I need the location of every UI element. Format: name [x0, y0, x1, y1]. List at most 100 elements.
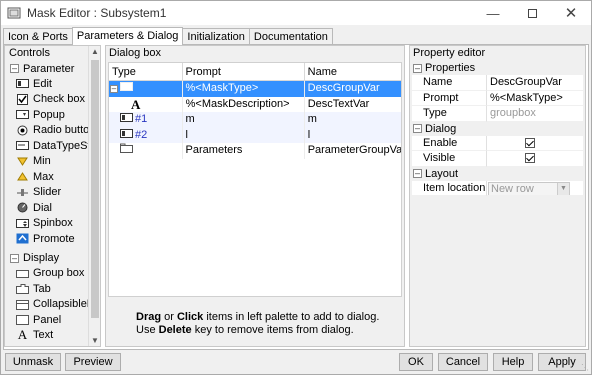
palette-item-collapsible-panel[interactable]: CollapsibleP — [5, 297, 100, 313]
dialog-box-panel: Dialog box Type Prompt Name – %<MaskType… — [105, 45, 405, 347]
category-display[interactable]: – Display — [5, 251, 100, 266]
section-properties[interactable]: – Properties — [412, 61, 583, 75]
column-header-name[interactable]: Name — [305, 63, 401, 80]
tab-documentation[interactable]: Documentation — [248, 28, 333, 45]
minimize-button[interactable]: — — [475, 1, 511, 25]
palette-item-dial[interactable]: Dial — [5, 200, 100, 216]
section-dialog[interactable]: – Dialog — [412, 121, 583, 136]
enable-checkbox[interactable] — [525, 137, 535, 148]
property-value[interactable]: DescGroupVar — [487, 75, 583, 91]
property-key: Type — [412, 106, 487, 122]
property-editor-header: Property editor — [413, 47, 486, 59]
visible-checkbox[interactable] — [525, 153, 535, 163]
collapse-icon[interactable]: – — [110, 84, 118, 93]
maximize-button[interactable] — [514, 1, 550, 25]
property-value[interactable]: %<MaskType> — [487, 91, 583, 106]
dialog-items-table: Type Prompt Name – %<MaskType> DescGroup… — [108, 62, 402, 297]
palette-item-label: Group box — [33, 267, 85, 280]
property-key: Prompt — [412, 90, 487, 106]
palette-item-edit[interactable]: Edit — [5, 76, 100, 92]
property-grid: – Properties Name DescGroupVar Prompt %<… — [412, 61, 583, 196]
controls-scrollbar[interactable]: ▲ ▼ — [88, 46, 100, 346]
collapse-icon[interactable]: – — [10, 64, 19, 73]
checkbox-icon — [16, 93, 29, 105]
row-prompt: %<MaskType> — [183, 81, 305, 97]
property-editor: Property editor – Properties Name DescGr… — [409, 45, 586, 347]
help-button[interactable]: Help — [493, 353, 533, 371]
category-parameter[interactable]: – Parameter — [5, 61, 100, 76]
property-row-name[interactable]: Name DescGroupVar — [412, 75, 583, 91]
column-header-prompt[interactable]: Prompt — [183, 63, 305, 80]
dialog-box-header: Dialog box — [109, 47, 161, 59]
category-label: Display — [23, 252, 60, 264]
property-row-prompt[interactable]: Prompt %<MaskType> — [412, 90, 583, 106]
panel-icon — [16, 314, 29, 326]
collapse-icon[interactable]: – — [413, 169, 422, 178]
table-row[interactable]: Parameters ParameterGroupVar — [109, 143, 401, 159]
palette-item-popup[interactable]: Popup — [5, 107, 100, 123]
palette-item-datatypestr[interactable]: DataTypeSt — [5, 138, 100, 154]
palette-item-label: Radio butto — [33, 124, 90, 137]
table-row[interactable]: #1 m m — [109, 112, 401, 128]
collapse-icon[interactable]: – — [10, 253, 19, 263]
section-layout[interactable]: – Layout — [412, 166, 583, 181]
palette-item-text[interactable]: A Text — [5, 327, 100, 344]
palette-item-min[interactable]: Min — [5, 154, 100, 170]
scroll-thumb[interactable] — [91, 60, 99, 318]
collapse-icon[interactable]: – — [413, 124, 422, 133]
palette-item-max[interactable]: Max — [5, 169, 100, 185]
scroll-up-icon[interactable]: ▲ — [90, 47, 100, 56]
table-row[interactable]: #2 l l — [109, 127, 401, 143]
preview-button[interactable]: Preview — [65, 353, 121, 371]
unmask-button[interactable]: Unmask — [5, 353, 61, 371]
dialog-hint-text: Drag or Click items in left palette to a… — [136, 311, 396, 337]
property-row-type[interactable]: Type groupbox — [412, 106, 583, 122]
hint-click: Click — [176, 311, 204, 323]
hint-drag: Drag — [136, 311, 162, 323]
section-label: Properties — [425, 62, 476, 74]
palette-item-checkbox[interactable]: Check box — [5, 92, 100, 108]
hint-use: Use — [136, 324, 159, 336]
table-row[interactable]: – %<MaskType> DescGroupVar — [109, 81, 401, 97]
palette-item-slider[interactable]: Slider — [5, 185, 100, 201]
apply-button[interactable]: Apply — [538, 353, 586, 371]
row-prompt: l — [183, 127, 305, 143]
property-row-visible[interactable]: Visible — [412, 151, 583, 167]
property-key: Visible — [412, 151, 487, 167]
palette-item-label: Dial — [33, 201, 52, 214]
table-row[interactable]: A %<MaskDescription> DescTextVar — [109, 96, 401, 112]
property-row-enable[interactable]: Enable — [412, 135, 583, 151]
palette-item-radio-button[interactable]: Radio butto — [5, 123, 100, 139]
palette-item-label: Tab — [33, 282, 51, 295]
dial-icon — [16, 202, 29, 213]
row-type: #2 — [135, 128, 148, 141]
collapse-icon[interactable]: – — [413, 63, 422, 73]
popup-icon — [16, 109, 29, 120]
palette-item-label: Spinbox — [33, 217, 73, 230]
hint-line1: items in left palette to add to dialog. — [203, 311, 380, 323]
palette-item-group-box[interactable]: Group box — [5, 266, 100, 282]
palette-item-label: Edit — [33, 77, 52, 90]
close-button[interactable]: ✕ — [553, 1, 589, 25]
max-icon — [16, 171, 29, 182]
text-icon: A — [109, 96, 183, 112]
palette-item-panel[interactable]: Panel — [5, 312, 100, 328]
resize-grip-icon[interactable]: ⋱ — [581, 363, 589, 372]
cancel-button[interactable]: Cancel — [438, 353, 488, 371]
column-header-type[interactable]: Type — [109, 63, 183, 80]
ok-button[interactable]: OK — [399, 353, 433, 371]
scroll-down-icon[interactable]: ▼ — [90, 336, 100, 345]
property-row-item-location[interactable]: Item location New row ▼ — [412, 180, 583, 196]
tab-parameters-dialog[interactable]: Parameters & Dialog — [71, 27, 184, 45]
palette-item-tab[interactable]: Tab — [5, 281, 100, 297]
palette-item-label: Slider — [33, 186, 62, 199]
item-location-select[interactable]: New row ▼ — [488, 181, 570, 196]
property-key: Item location — [412, 180, 487, 196]
palette-item-spinbox[interactable]: Spinbox — [5, 216, 100, 232]
table-header: Type Prompt Name — [109, 63, 401, 81]
palette-item-promote[interactable]: Promote — [5, 231, 100, 247]
tab-icon-ports[interactable]: Icon & Ports — [3, 28, 73, 45]
tab-initialization[interactable]: Initialization — [182, 28, 250, 45]
section-label: Layout — [425, 167, 459, 180]
select-value: New row — [491, 182, 534, 195]
